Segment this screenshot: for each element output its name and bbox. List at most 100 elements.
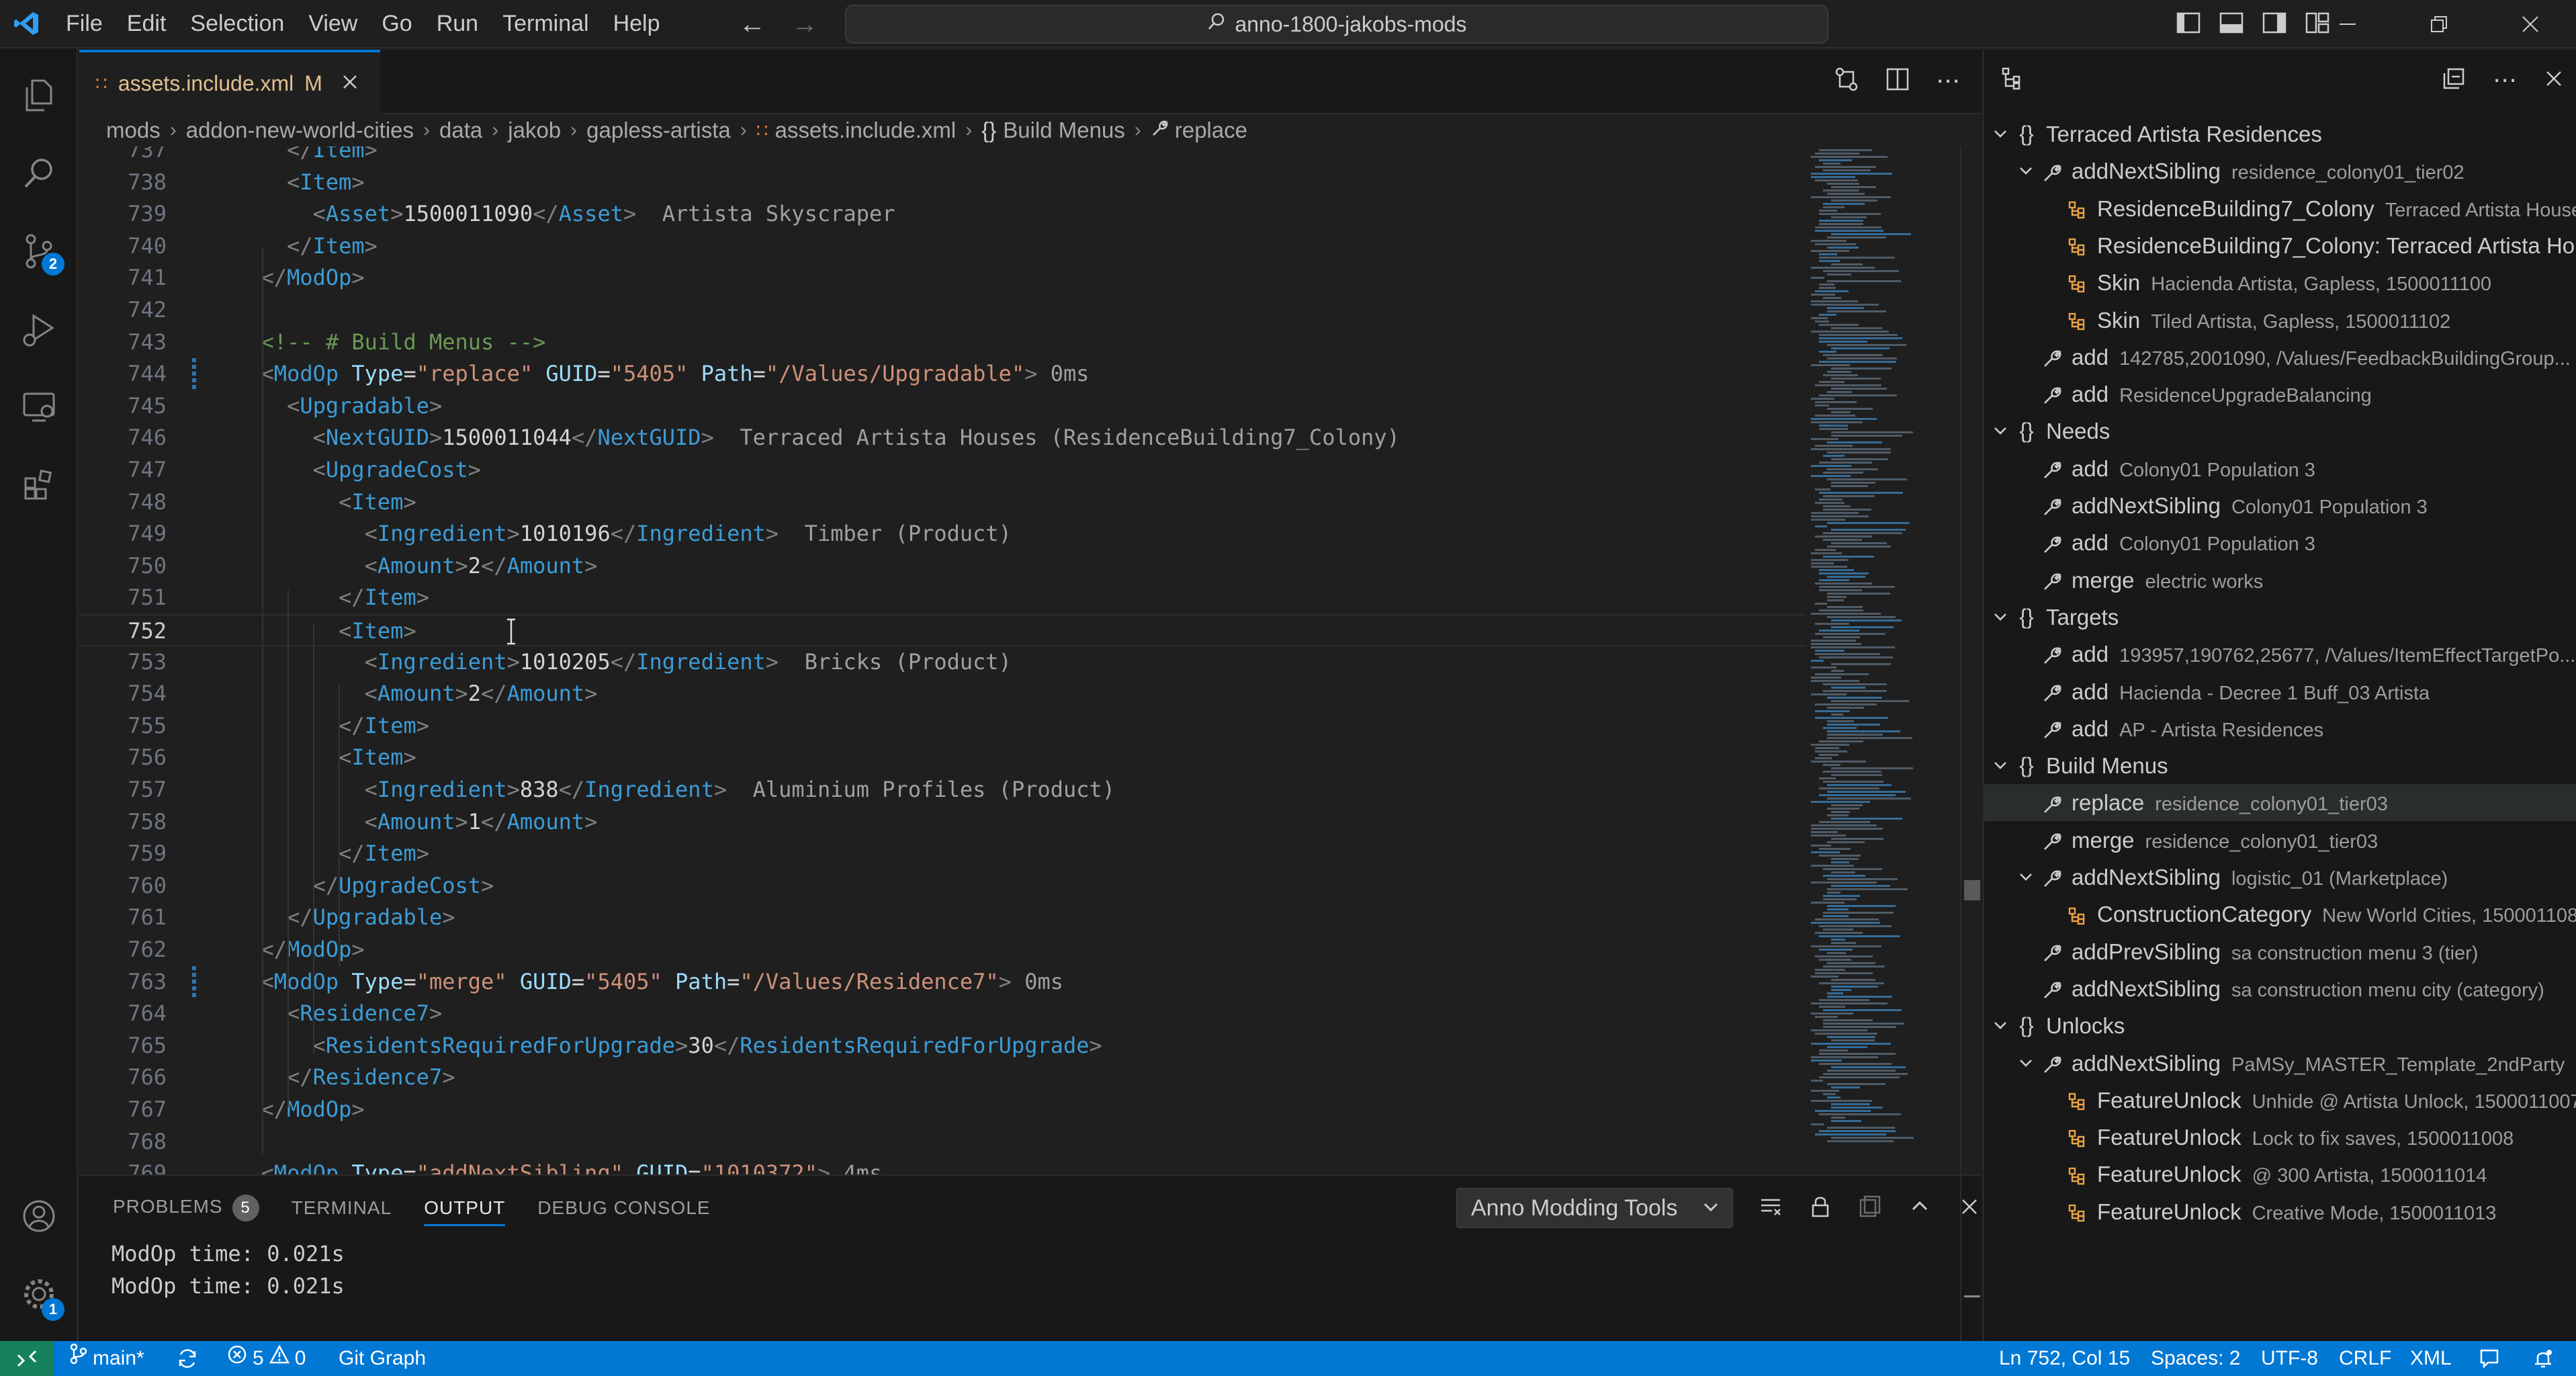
modified-line-gutter-marker[interactable] — [192, 965, 196, 998]
problems-status[interactable]: 5 0 — [227, 1341, 306, 1376]
open-output-editor-icon[interactable] — [1858, 1195, 1882, 1222]
language-mode[interactable]: XML — [2410, 1341, 2452, 1376]
notifications-bell-icon[interactable] — [2532, 1341, 2554, 1376]
code-line[interactable]: 766 </Residence7> — [79, 1062, 1806, 1094]
outline-item[interactable]: add AP - Artista Residences — [1984, 710, 2576, 747]
collapse-all-icon[interactable] — [2442, 67, 2466, 94]
code-line[interactable]: 740 </Item> — [79, 230, 1806, 263]
source-control-icon[interactable]: 2 — [0, 212, 78, 290]
code-line[interactable]: 768 — [79, 1126, 1806, 1158]
chevron-down-icon[interactable] — [1988, 116, 2012, 153]
code-line[interactable]: 749 <Ingredient>1010196</Ingredient> Tim… — [79, 518, 1806, 550]
code-line[interactable]: 742 — [79, 294, 1806, 327]
outline-item[interactable]: addNextSibling sa construction menu city … — [1984, 970, 2576, 1007]
minimap[interactable] — [1808, 146, 1922, 1174]
outline-item[interactable]: add Hacienda - Decree 1 Buff_03 Artista — [1984, 673, 2576, 710]
remote-indicator-icon[interactable] — [0, 1341, 54, 1376]
outline-item[interactable]: addPrevSibling sa construction menu 3 (ti… — [1984, 933, 2576, 970]
menu-selection[interactable]: Selection — [178, 5, 296, 42]
chevron-down-icon[interactable] — [2014, 859, 2038, 896]
chevron-down-icon[interactable] — [2014, 153, 2038, 189]
menu-file[interactable]: File — [54, 5, 115, 42]
lock-scroll-icon[interactable] — [1808, 1195, 1832, 1222]
code-line[interactable]: 738 <Item> — [79, 167, 1806, 199]
code-line[interactable]: 739 <Asset>1500011090</Asset> Artista Sk… — [79, 198, 1806, 230]
code-line[interactable]: 764 <Residence7> — [79, 998, 1806, 1030]
tab-assets-include-xml[interactable]: ∷ assets.include.xml M — [79, 50, 380, 114]
menu-edit[interactable]: Edit — [115, 5, 179, 42]
manage-gear-icon[interactable]: 1 — [0, 1255, 78, 1333]
forward-arrow-icon[interactable]: → — [791, 9, 818, 40]
outline-item[interactable]: add Colony01 Population 3 — [1984, 450, 2576, 487]
breadcrumb-jakob[interactable]: jakob — [508, 118, 561, 143]
outline-item[interactable]: {} Build Menus — [1984, 747, 2576, 784]
outline-item[interactable]: add 142785,2001090, /Values/FeedbackBuild… — [1984, 339, 2576, 376]
outline-item[interactable]: ResidenceBuilding7_Colony: Terraced Arti… — [1984, 227, 2576, 264]
close-tab-icon[interactable] — [341, 71, 359, 96]
breadcrumb-gapless-artista[interactable]: gapless-artista — [586, 118, 731, 143]
open-changes-icon[interactable] — [1834, 67, 1859, 95]
code-line[interactable]: 753 <Ingredient>1010205</Ingredient> Bri… — [79, 646, 1806, 679]
outline-item[interactable]: add Colony01 Population 3 — [1984, 524, 2576, 561]
code-line[interactable]: 765 <ResidentsRequiredForUpgrade>30</Res… — [79, 1030, 1806, 1062]
outline-item[interactable]: addNextSibling logistic_01 (Marketplace) — [1984, 859, 2576, 896]
code-line[interactable]: 769 <ModOp Type="addNextSibling" GUID="1… — [79, 1158, 1806, 1174]
code-line[interactable]: 746 <NextGUID>1500011044</NextGUID> Terr… — [79, 422, 1806, 454]
outline-item[interactable]: Skin Hacienda Artista, Gapless, 150001110… — [1984, 264, 2576, 301]
code-line[interactable]: 743 <!-- # Build Menus --> — [79, 327, 1806, 359]
chevron-down-icon[interactable] — [1988, 1007, 2012, 1044]
tab-terminal[interactable]: TERMINAL — [292, 1197, 392, 1219]
chevron-down-icon[interactable] — [1988, 599, 2012, 636]
outline-item[interactable]: ConstructionCategory New World Cities, 15… — [1984, 896, 2576, 933]
breadcrumb-replace[interactable]: replace — [1175, 118, 1247, 143]
chevron-down-icon[interactable] — [2014, 1045, 2038, 1082]
extensions-icon[interactable] — [0, 446, 78, 524]
toggle-panel-icon[interactable] — [2219, 12, 2244, 37]
outline-item[interactable]: {} Terraced Artista Residences — [1984, 116, 2576, 153]
outline-item[interactable]: FeatureUnlock @ 300 Artista, 1500011014 — [1984, 1156, 2576, 1193]
close-sidebar-icon[interactable] — [2544, 69, 2564, 92]
outline-item[interactable]: FeatureUnlock Lock to fix saves, 15000110… — [1984, 1119, 2576, 1156]
tab-problems[interactable]: PROBLEMS 5 — [113, 1195, 259, 1221]
outline-item[interactable]: FeatureUnlock Unhide @ Artista Unlock, 15… — [1984, 1082, 2576, 1119]
outline-item[interactable]: addNextSibling Colony01 Population 3 — [1984, 487, 2576, 524]
command-center-search[interactable]: anno-1800-jakobs-mods — [845, 5, 1828, 44]
breadcrumb-build-menus[interactable]: Build Menus — [1003, 118, 1125, 143]
outline-item[interactable]: replace residence_colony01_tier03 — [1984, 784, 2576, 822]
more-actions-icon[interactable]: ⋯ — [1936, 68, 1960, 93]
maximize-panel-icon[interactable] — [1908, 1195, 1932, 1222]
menu-view[interactable]: View — [296, 5, 369, 42]
code-line[interactable]: 763 <ModOp Type="merge" GUID="5405" Path… — [79, 965, 1806, 998]
breadcrumb-addon-new-world-cities[interactable]: addon-new-world-cities — [186, 118, 414, 143]
outline-item[interactable]: add ResidenceUpgradeBalancing — [1984, 376, 2576, 413]
scrollbar-thumb[interactable] — [1964, 880, 1980, 900]
split-editor-icon[interactable] — [1885, 67, 1910, 95]
outline-item[interactable]: merge residence_colony01_tier03 — [1984, 822, 2576, 859]
clear-output-icon[interactable] — [1759, 1195, 1783, 1222]
code-line[interactable]: 745 <Upgradable> — [79, 390, 1806, 423]
minimize-icon[interactable] — [2302, 0, 2393, 48]
outline-item[interactable]: addNextSibling residence_colony01_tier02 — [1984, 153, 2576, 189]
outline-item[interactable]: Skin Tiled Artista, Gapless, 1500011102 — [1984, 302, 2576, 339]
code-line[interactable]: 737 </Item> — [79, 146, 1806, 167]
indentation-status[interactable]: Spaces: 2 — [2151, 1341, 2240, 1376]
outline-item[interactable]: add 193957,190762,25677, /Values/ItemEffe… — [1984, 636, 2576, 673]
feedback-icon[interactable] — [2479, 1341, 2500, 1376]
code-lines[interactable]: 737 </Item> 738 <Item> 739 <Asset>15000110… — [79, 146, 1806, 1174]
modified-line-gutter-marker[interactable] — [192, 358, 196, 390]
breadcrumb-mods[interactable]: mods — [106, 118, 161, 143]
toggle-primary-sidebar-icon[interactable] — [2176, 12, 2201, 37]
restore-icon[interactable] — [2393, 0, 2485, 48]
menu-go[interactable]: Go — [369, 5, 424, 42]
menu-terminal[interactable]: Terminal — [490, 5, 601, 42]
code-line[interactable]: 747 <UpgradeCost> — [79, 454, 1806, 486]
run-debug-icon[interactable] — [0, 290, 78, 368]
outline-item[interactable]: FeatureUnlock Creative Mode, 1500011013 — [1984, 1193, 2576, 1230]
code-line[interactable]: 744 <ModOp Type="replace" GUID="5405" Pa… — [79, 358, 1806, 390]
outline-item[interactable]: {} Targets — [1984, 599, 2576, 636]
tab-output[interactable]: OUTPUT — [424, 1197, 506, 1226]
toggle-secondary-sidebar-icon[interactable] — [2262, 12, 2286, 37]
more-actions-icon[interactable]: ⋯ — [2493, 66, 2517, 94]
close-window-icon[interactable] — [2485, 0, 2576, 48]
git-branch-status[interactable]: main* — [69, 1341, 144, 1376]
